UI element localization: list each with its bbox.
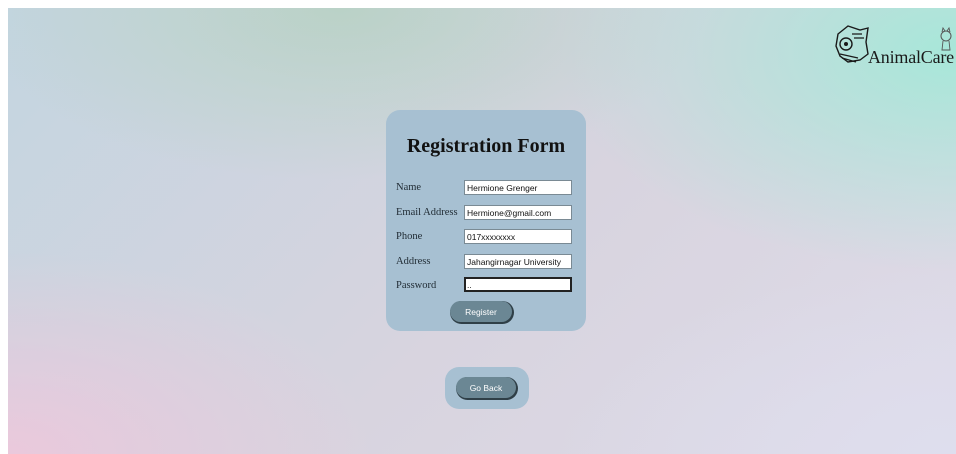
address-field[interactable]: [464, 254, 572, 269]
name-field[interactable]: [464, 180, 572, 195]
registration-card: Registration Form Name Email Address Pho…: [386, 110, 586, 331]
phone-field[interactable]: [464, 229, 572, 244]
go-back-button[interactable]: Go Back: [456, 377, 516, 398]
page-background: AnimalCare Registration Form Name Email …: [8, 8, 956, 454]
register-button[interactable]: Register: [450, 301, 512, 322]
go-back-container: Go Back: [445, 367, 529, 409]
password-label: Password: [396, 280, 437, 291]
form-title: Registration Form: [406, 135, 566, 157]
password-field[interactable]: [464, 277, 572, 292]
name-label: Name: [396, 182, 422, 193]
brand-name: AnimalCare: [868, 47, 954, 67]
email-field[interactable]: [464, 205, 572, 220]
brand-logo: AnimalCare: [832, 20, 956, 72]
phone-label: Phone: [396, 231, 423, 242]
email-label: Email Address: [396, 207, 458, 218]
address-label: Address: [396, 256, 431, 267]
